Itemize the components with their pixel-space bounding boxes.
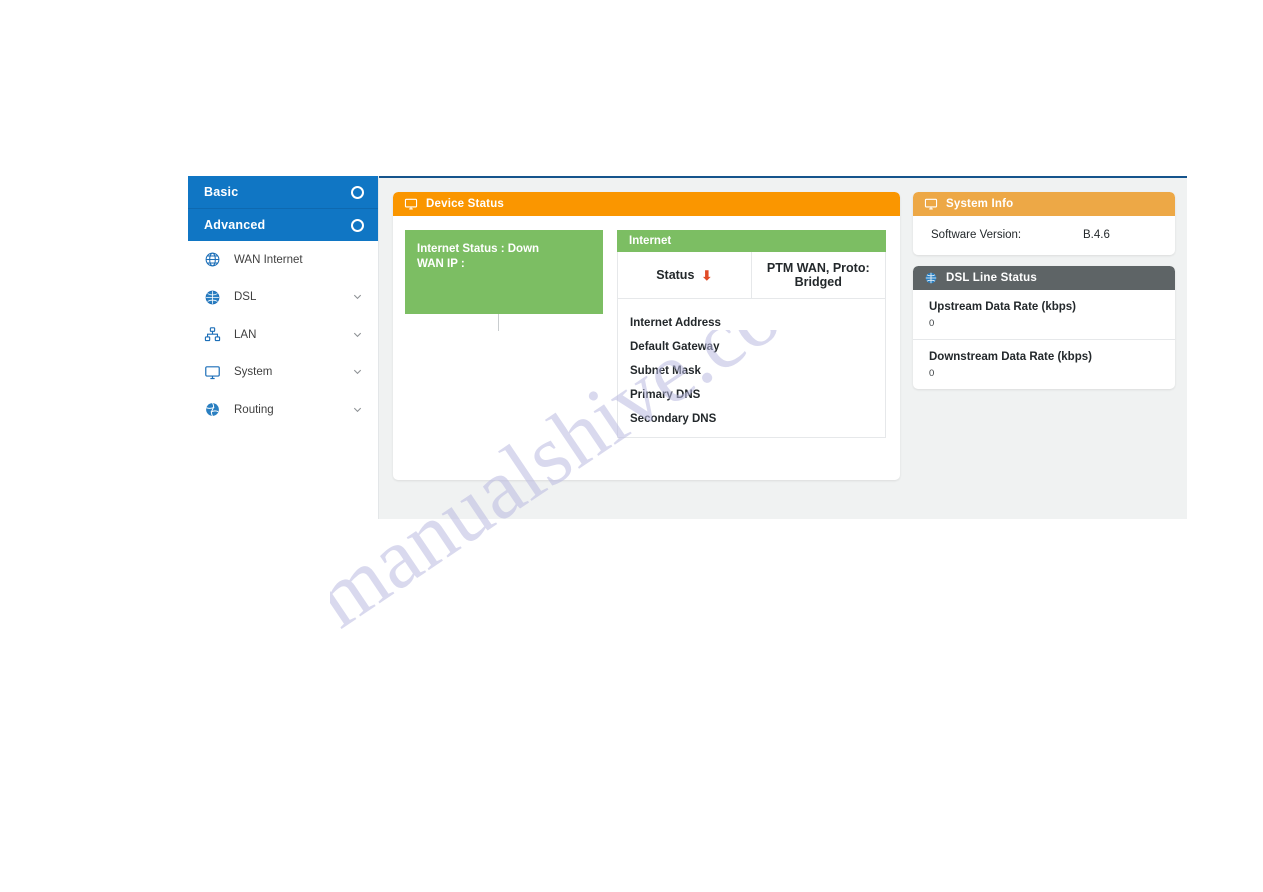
dsl-row-upstream: Upstream Data Rate (kbps) 0 <box>913 290 1175 339</box>
system-info-card: System Info Software Version: B.4.6 <box>913 192 1175 255</box>
sidebar-item-routing-label: Routing <box>234 403 274 416</box>
globe-icon <box>202 287 222 307</box>
internet-fields-list: Internet Address Default Gateway Subnet … <box>618 299 885 431</box>
internet-panel-body: Status ⬇ PTM WAN, Proto: Bridged Interne… <box>617 252 886 438</box>
card-spacer <box>913 255 1175 266</box>
network-icon <box>202 325 222 345</box>
dsl-row-downstream: Downstream Data Rate (kbps) 0 <box>913 339 1175 389</box>
status-label: Status <box>656 268 695 282</box>
field-label: Subnet Mask <box>630 365 701 377</box>
globe-icon <box>202 250 222 270</box>
field-internet-address: Internet Address <box>630 311 885 335</box>
sidebar-item-dsl[interactable]: DSL <box>188 278 378 316</box>
monitor-icon <box>202 362 222 382</box>
device-summary-panel: Internet Status : Down WAN IP : <box>405 230 603 462</box>
dsl-row-value: 0 <box>929 368 935 379</box>
software-version-value: B.4.6 <box>1083 229 1110 241</box>
status-value: PTM WAN, Proto: Bridged <box>766 261 870 289</box>
field-label: Primary DNS <box>630 389 701 401</box>
topology-connector-line <box>498 314 499 331</box>
wan-ip-label: WAN IP : <box>417 258 465 270</box>
sidebar-item-advanced[interactable]: Advanced <box>188 208 378 241</box>
screenshot-root: manualshive.com Basic Advanced WAN Inter… <box>0 0 1263 892</box>
internet-status-label: Internet Status : <box>417 243 505 255</box>
internet-summary-box: Internet Status : Down WAN IP : <box>405 230 603 314</box>
field-label: Secondary DNS <box>630 413 717 425</box>
system-info-title: System Info <box>946 198 1014 210</box>
device-status-card: Device Status Internet Status : Down WAN… <box>393 192 900 480</box>
chevron-down-icon <box>352 329 364 341</box>
left-column: Device Status Internet Status : Down WAN… <box>393 192 900 519</box>
system-info-body: Software Version: B.4.6 <box>913 216 1175 255</box>
monitor-icon <box>403 197 418 212</box>
status-row: Status ⬇ PTM WAN, Proto: Bridged <box>618 252 885 299</box>
sidebar-item-basic-label: Basic <box>204 185 239 199</box>
dsl-row-label: Downstream Data Rate (kbps) <box>929 351 1092 363</box>
field-default-gateway: Default Gateway <box>630 335 885 359</box>
internet-panel-title: Internet <box>629 235 672 247</box>
dsl-row-value: 0 <box>929 318 935 329</box>
sidebar-item-system-label: System <box>234 366 273 379</box>
field-label: Internet Address <box>630 317 721 329</box>
field-subnet-mask: Subnet Mask <box>630 359 885 383</box>
chevron-down-icon <box>352 404 364 416</box>
sidebar: Basic Advanced WAN Internet DSL LAN Syst… <box>188 176 379 519</box>
device-status-title: Device Status <box>426 198 505 210</box>
sidebar-item-wan-internet[interactable]: WAN Internet <box>188 241 378 279</box>
status-value-cell: PTM WAN, Proto: Bridged <box>752 252 886 298</box>
internet-status-line: Internet Status : Down <box>417 242 589 257</box>
software-version-label: Software Version: <box>931 229 1022 241</box>
chevron-down-icon <box>352 366 364 378</box>
field-primary-dns: Primary DNS <box>630 383 885 407</box>
main-content: Device Status Internet Status : Down WAN… <box>379 176 1187 519</box>
sidebar-item-system[interactable]: System <box>188 353 378 391</box>
dsl-line-status-title: DSL Line Status <box>946 272 1037 284</box>
globe-icon <box>923 271 938 286</box>
device-status-body: Internet Status : Down WAN IP : Internet… <box>393 216 900 480</box>
status-label-cell: Status ⬇ <box>618 252 752 298</box>
sidebar-item-wan-internet-label: WAN Internet <box>234 253 303 266</box>
dsl-row-label: Upstream Data Rate (kbps) <box>929 301 1076 313</box>
sidebar-item-basic[interactable]: Basic <box>188 176 378 208</box>
circle-icon <box>351 185 364 199</box>
wan-ip-line: WAN IP : <box>417 257 589 272</box>
monitor-icon <box>923 197 938 212</box>
circle-icon <box>351 218 364 232</box>
sidebar-item-lan-label: LAN <box>234 328 257 341</box>
sidebar-item-dsl-label: DSL <box>234 291 257 304</box>
routing-icon <box>202 400 222 420</box>
dsl-line-status-header: DSL Line Status <box>913 266 1175 290</box>
dsl-line-status-card: DSL Line Status Upstream Data Rate (kbps… <box>913 266 1175 389</box>
field-secondary-dns: Secondary DNS <box>630 407 885 431</box>
sidebar-item-lan[interactable]: LAN <box>188 316 378 354</box>
system-info-header: System Info <box>913 192 1175 216</box>
field-label: Default Gateway <box>630 341 720 353</box>
right-column: System Info Software Version: B.4.6 DSL … <box>913 192 1175 519</box>
internet-detail-panel: Internet Status ⬇ PTM WAN, Proto: Bridge… <box>617 230 886 462</box>
chevron-down-icon <box>352 291 364 303</box>
router-admin-window: Basic Advanced WAN Internet DSL LAN Syst… <box>188 176 1187 519</box>
device-status-header: Device Status <box>393 192 900 216</box>
internet-panel-header: Internet <box>617 230 886 252</box>
sidebar-item-routing[interactable]: Routing <box>188 391 378 429</box>
sidebar-item-advanced-label: Advanced <box>204 218 266 232</box>
internet-status-value: Down <box>507 243 540 255</box>
down-arrow-icon: ⬇ <box>701 267 713 283</box>
